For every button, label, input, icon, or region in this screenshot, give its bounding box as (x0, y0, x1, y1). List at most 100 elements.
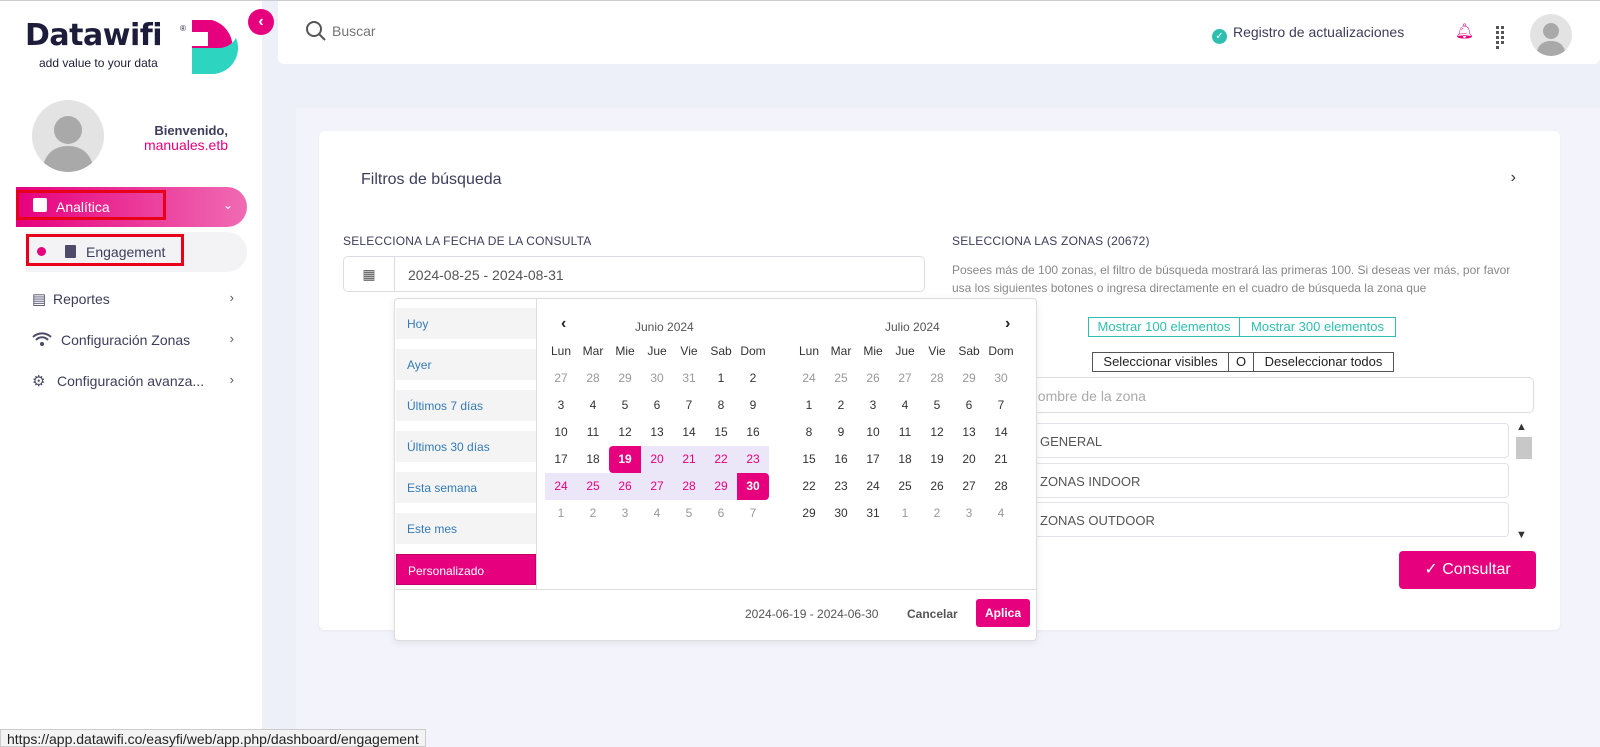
calendar-day[interactable]: 5 (673, 500, 705, 527)
calendar-day[interactable]: 7 (737, 500, 769, 527)
calendar-day[interactable]: 14 (985, 419, 1017, 446)
calendar-day[interactable]: 25 (825, 365, 857, 392)
prev-month-button[interactable]: ‹ (561, 315, 566, 333)
calendar-day[interactable]: 24 (793, 365, 825, 392)
calendar-day[interactable]: 29 (953, 365, 985, 392)
calendar-day[interactable]: 16 (737, 419, 769, 446)
calendar-day[interactable]: 26 (921, 473, 953, 500)
range-this-week[interactable]: Esta semana (396, 472, 536, 503)
scroll-up-icon[interactable]: ▲ (1516, 421, 1527, 433)
calendar-day[interactable]: 30 (985, 365, 1017, 392)
calendar-day[interactable]: 8 (705, 392, 737, 419)
calendar-day[interactable]: 25 (577, 473, 609, 500)
consultar-button[interactable]: ✓ Consultar (1399, 551, 1536, 589)
sidebar-item-configuracion-zonas[interactable]: Configuración Zonas › (32, 329, 242, 353)
scroll-down-icon[interactable]: ▼ (1516, 529, 1527, 541)
calendar-day[interactable]: 15 (705, 419, 737, 446)
calendar-day[interactable]: 6 (953, 392, 985, 419)
date-range-input[interactable]: ▦ 2024-08-25 - 2024-08-31 (343, 256, 925, 292)
calendar-day[interactable]: 20 (953, 446, 985, 473)
next-month-button[interactable]: › (1005, 315, 1010, 333)
calendar-day[interactable]: 28 (921, 365, 953, 392)
calendar-day[interactable]: 27 (889, 365, 921, 392)
calendar-day[interactable]: 3 (545, 392, 577, 419)
calendar-day[interactable]: 9 (737, 392, 769, 419)
calendar-day[interactable]: 1 (793, 392, 825, 419)
calendar-day[interactable]: 29 (609, 365, 641, 392)
sidebar-item-engagement[interactable]: Engagement (26, 232, 247, 272)
calendar-day[interactable]: 2 (577, 500, 609, 527)
select-visible-button[interactable]: Seleccionar visibles (1092, 352, 1229, 372)
calendar-day[interactable]: 13 (641, 419, 673, 446)
calendar-day[interactable]: 27 (545, 365, 577, 392)
zone-list-scrollbar[interactable]: ▲ ▼ (1514, 421, 1534, 541)
calendar-day[interactable]: 3 (609, 500, 641, 527)
calendar-day[interactable]: 12 (609, 419, 641, 446)
calendar-day[interactable]: 27 (641, 473, 673, 500)
calendar-day[interactable]: 20 (641, 446, 673, 473)
chevron-right-icon[interactable]: › (1511, 169, 1516, 187)
calendar-day[interactable]: 19 (921, 446, 953, 473)
calendar-day[interactable]: 9 (825, 419, 857, 446)
calendar-day[interactable]: 23 (825, 473, 857, 500)
calendar-day[interactable]: 17 (857, 446, 889, 473)
calendar-day[interactable]: 4 (577, 392, 609, 419)
cancel-button[interactable]: Cancelar (907, 607, 958, 621)
calendar-day[interactable]: 7 (985, 392, 1017, 419)
calendar-day[interactable]: 24 (545, 473, 577, 500)
deselect-all-button[interactable]: Deseleccionar todos (1253, 352, 1394, 372)
calendar-day[interactable]: 18 (577, 446, 609, 473)
calendar-day[interactable]: 22 (705, 446, 737, 473)
calendar-day[interactable]: 30 (825, 500, 857, 527)
calendar-day[interactable]: 2 (921, 500, 953, 527)
calendar-day[interactable]: 5 (921, 392, 953, 419)
calendar-day[interactable]: 1 (889, 500, 921, 527)
apps-grid-icon[interactable] (1496, 26, 1509, 49)
calendar-day[interactable]: 11 (889, 419, 921, 446)
zone-search-input[interactable]: nombre de la zona (1019, 377, 1534, 413)
calendar-day[interactable]: 15 (793, 446, 825, 473)
brand-logo[interactable]: Datawifi ® add value to your data (25, 18, 245, 78)
zone-option-general[interactable]: GENERAL (1019, 423, 1509, 458)
calendar-day[interactable]: 25 (889, 473, 921, 500)
calendar-day[interactable]: 6 (641, 392, 673, 419)
calendar-day[interactable]: 26 (857, 365, 889, 392)
calendar-day[interactable]: 19 (609, 446, 641, 473)
calendar-day[interactable]: 18 (889, 446, 921, 473)
calendar-day[interactable]: 3 (857, 392, 889, 419)
calendar-day[interactable]: 27 (953, 473, 985, 500)
range-hoy[interactable]: Hoy (396, 308, 536, 339)
user-avatar[interactable] (32, 100, 104, 172)
search-input[interactable] (332, 18, 632, 44)
zone-option-outdoor[interactable]: ZONAS OUTDOOR (1019, 502, 1509, 537)
range-this-month[interactable]: Este mes (396, 513, 536, 544)
calendar-day[interactable]: 30 (737, 473, 769, 500)
calendar-day[interactable]: 10 (857, 419, 889, 446)
calendar-day[interactable]: 5 (609, 392, 641, 419)
calendar-day[interactable]: 31 (857, 500, 889, 527)
show-100-button[interactable]: Mostrar 100 elementos (1088, 317, 1240, 337)
collapse-sidebar-button[interactable]: ‹ (248, 9, 274, 35)
calendar-day[interactable]: 14 (673, 419, 705, 446)
apply-button[interactable]: Aplica (976, 599, 1030, 627)
updates-log-link[interactable]: ✓ Registro de actualizaciones (1212, 24, 1404, 44)
range-ayer[interactable]: Ayer (396, 349, 536, 380)
calendar-day[interactable]: 17 (545, 446, 577, 473)
calendar-day[interactable]: 2 (737, 365, 769, 392)
calendar-day[interactable]: 13 (953, 419, 985, 446)
calendar-day[interactable]: 1 (705, 365, 737, 392)
calendar-day[interactable]: 11 (577, 419, 609, 446)
calendar-day[interactable]: 8 (793, 419, 825, 446)
sidebar-item-reportes[interactable]: ▤ Reportes › (32, 288, 242, 312)
calendar-day[interactable]: 28 (673, 473, 705, 500)
calendar-day[interactable]: 2 (825, 392, 857, 419)
calendar-day[interactable]: 29 (705, 473, 737, 500)
scroll-thumb[interactable] (1516, 437, 1532, 459)
calendar-day[interactable]: 21 (985, 446, 1017, 473)
user-menu-avatar[interactable] (1530, 14, 1572, 56)
calendar-day[interactable]: 4 (641, 500, 673, 527)
calendar-day[interactable]: 29 (793, 500, 825, 527)
calendar-day[interactable]: 24 (857, 473, 889, 500)
calendar-day[interactable]: 3 (953, 500, 985, 527)
calendar-day[interactable]: 4 (889, 392, 921, 419)
